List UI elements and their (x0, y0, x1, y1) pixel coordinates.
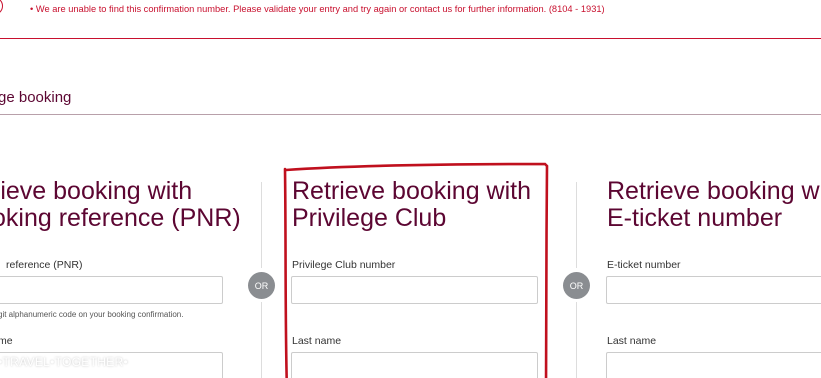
column-divider-top-2 (576, 182, 577, 268)
page-title: ge booking (0, 89, 72, 106)
highlight-annotation (283, 162, 549, 378)
pnr-hint: git alphanumeric code on your booking co… (0, 310, 184, 319)
eticket-last-name-label: Last name (607, 335, 657, 347)
eticket-title-line1: Retrieve booking wi (607, 177, 821, 205)
column-divider-bottom-2 (576, 302, 577, 378)
pnr-title-line2: oking reference (PNR) (0, 204, 241, 232)
or-badge: OR (248, 272, 275, 299)
pnr-label: reference (PNR) (6, 259, 83, 271)
pnr-input[interactable] (0, 276, 223, 304)
eticket-column-title: Retrieve booking wi E-ticket number (607, 178, 821, 232)
column-divider-top (261, 182, 262, 268)
eticket-number-input[interactable] (606, 276, 821, 304)
eticket-title-line2: E-ticket number (607, 204, 783, 232)
pnr-last-name-label: me (0, 335, 13, 347)
error-message: • We are unable to find this confirmatio… (30, 4, 605, 14)
eticket-number-label: E-ticket number (607, 259, 681, 271)
column-divider-bottom (261, 302, 262, 378)
watermark-text: •TRAVEL•TOGETHER• (0, 355, 128, 369)
or-badge-2: OR (563, 272, 590, 299)
pnr-column-title: rieve booking with oking reference (PNR) (0, 178, 241, 232)
error-icon (0, 0, 3, 15)
pnr-title-line1: rieve booking with (0, 177, 193, 205)
error-banner: • We are unable to find this confirmatio… (0, 0, 821, 39)
section-divider (0, 114, 821, 115)
eticket-last-name-input[interactable] (606, 352, 821, 378)
